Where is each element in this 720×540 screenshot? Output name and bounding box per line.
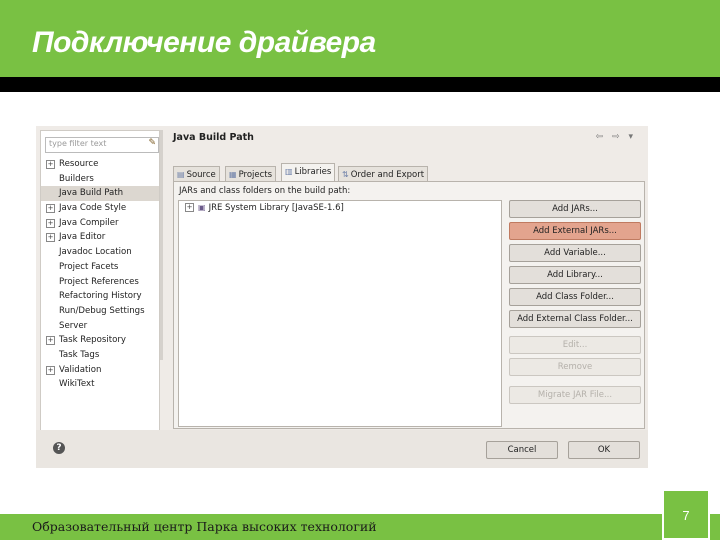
- edit-button[interactable]: Edit...: [509, 336, 641, 354]
- tree-item[interactable]: + Resource: [41, 157, 159, 172]
- tab-label: Libraries: [294, 167, 332, 177]
- tree-item-label: Project Facets: [59, 261, 119, 272]
- tab-projects[interactable]: ▦ Projects: [225, 166, 277, 182]
- tree-item[interactable]: + Task Repository: [41, 333, 159, 348]
- tree-item-label: Task Tags: [59, 349, 100, 360]
- projects-icon: ▦: [229, 170, 237, 179]
- tree-item[interactable]: WikiText: [41, 377, 159, 392]
- page-number-box: 7: [662, 489, 710, 540]
- expand-icon[interactable]: +: [46, 204, 55, 214]
- expand-icon[interactable]: +: [46, 365, 55, 375]
- source-folder-icon: ▤: [177, 170, 185, 179]
- tree-item-label: Run/Debug Settings: [59, 305, 145, 316]
- tab-label: Projects: [238, 170, 273, 180]
- page-title: Java Build Path: [173, 132, 254, 143]
- expand-icon[interactable]: +: [46, 336, 55, 346]
- tree-item-label: Server: [59, 320, 88, 331]
- properties-dialog-screenshot: type filter text ✎ + Resource Builders Java…: [36, 126, 648, 468]
- tree-item-label: Resource: [59, 159, 99, 169]
- header-divider: [0, 77, 720, 92]
- add-variable-button[interactable]: Add Variable...: [509, 244, 641, 262]
- tree-item-label: Java Build Path: [59, 188, 124, 199]
- tree-item[interactable]: Java Build Path: [41, 186, 159, 202]
- page-nav-icons: ⇦ ⇨ ▾: [596, 132, 636, 142]
- add-class-folder-button[interactable]: Add Class Folder...: [509, 288, 641, 306]
- tree-item-label: WikiText: [59, 379, 95, 390]
- tree-item[interactable]: + Validation: [41, 363, 159, 378]
- tree-item[interactable]: + Java Compiler: [41, 216, 159, 231]
- order-icon: ⇅: [342, 170, 349, 179]
- tab-source[interactable]: ▤ Source: [173, 166, 220, 182]
- libraries-tab-content: JARs and class folders on the build path…: [173, 181, 645, 429]
- tree-item[interactable]: Builders: [41, 172, 159, 187]
- tree-item[interactable]: Server: [41, 319, 159, 334]
- tree-item[interactable]: Refactoring History: [41, 289, 159, 304]
- tree-item[interactable]: + Java Editor: [41, 230, 159, 245]
- help-icon[interactable]: ?: [53, 442, 65, 454]
- ok-button[interactable]: OK: [568, 441, 640, 459]
- add-external-jars-button[interactable]: Add External JARs...: [509, 222, 641, 240]
- eraser-icon[interactable]: ✎: [148, 138, 156, 148]
- tree-item-label: Java Compiler: [59, 217, 119, 228]
- libraries-caption: JARs and class folders on the build path…: [179, 186, 351, 196]
- page-number: 7: [682, 508, 690, 523]
- library-jar-icon: ▣: [198, 203, 206, 212]
- tree-item[interactable]: Run/Debug Settings: [41, 304, 159, 319]
- property-tree: + Resource Builders Java Build Path + Java Co…: [41, 157, 159, 392]
- tree-item-label: Builders: [59, 173, 94, 184]
- add-library-button[interactable]: Add Library...: [509, 266, 641, 284]
- cancel-button[interactable]: Cancel: [486, 441, 558, 459]
- tree-item[interactable]: Javadoc Location: [41, 245, 159, 260]
- list-item[interactable]: + ▣ JRE System Library [JavaSE-1.6]: [185, 203, 344, 213]
- forward-icon[interactable]: ⇨: [612, 132, 623, 142]
- expand-icon[interactable]: +: [46, 160, 55, 169]
- tab-order-export[interactable]: ⇅ Order and Export: [338, 166, 429, 182]
- back-icon[interactable]: ⇦: [596, 132, 607, 142]
- tree-item-label: Refactoring History: [59, 291, 142, 302]
- tree-item-label: Java Code Style: [59, 203, 127, 214]
- expand-icon[interactable]: +: [46, 218, 55, 228]
- filter-input[interactable]: type filter text ✎: [45, 137, 159, 153]
- tree-item[interactable]: Project References: [41, 275, 159, 290]
- tree-item-label: Task Repository: [59, 335, 126, 346]
- migrate-jar-button[interactable]: Migrate JAR File...: [509, 386, 641, 404]
- tree-item-label: Project References: [59, 276, 139, 287]
- remove-button[interactable]: Remove: [509, 358, 641, 376]
- tree-item[interactable]: Task Tags: [41, 348, 159, 363]
- tree-item[interactable]: Project Facets: [41, 260, 159, 275]
- tab-label: Source: [186, 170, 216, 180]
- tree-item-label: Validation: [59, 364, 102, 375]
- tab-libraries[interactable]: ▥ Libraries: [281, 163, 336, 183]
- filter-placeholder: type filter text: [49, 139, 107, 148]
- property-pages-pane: type filter text ✎ + Resource Builders Java…: [40, 130, 160, 432]
- tree-scrollbar[interactable]: [160, 130, 163, 360]
- tree-item-label: Java Editor: [59, 232, 106, 243]
- menu-icon[interactable]: ▾: [628, 132, 636, 142]
- tab-label: Order and Export: [350, 170, 425, 180]
- libraries-icon: ▥: [285, 167, 293, 176]
- add-external-class-folder-button[interactable]: Add External Class Folder...: [509, 310, 641, 328]
- footer-text: Образовательный центр Парка высоких техн…: [32, 519, 377, 534]
- build-path-page: Java Build Path ⇦ ⇨ ▾ ▤ Source ▦ Projects …: [171, 130, 646, 430]
- tree-item-label: Javadoc Location: [59, 247, 132, 258]
- expand-icon[interactable]: +: [185, 203, 194, 212]
- expand-icon[interactable]: +: [46, 233, 55, 243]
- dialog-button-bar: ? Cancel OK: [36, 430, 648, 468]
- tree-item[interactable]: + Java Code Style: [41, 201, 159, 216]
- add-jars-button[interactable]: Add JARs...: [509, 200, 641, 218]
- library-label: JRE System Library [JavaSE-1.6]: [208, 203, 344, 213]
- slide-title: Подключение драйвера: [32, 26, 376, 59]
- libraries-list[interactable]: + ▣ JRE System Library [JavaSE-1.6]: [178, 200, 502, 427]
